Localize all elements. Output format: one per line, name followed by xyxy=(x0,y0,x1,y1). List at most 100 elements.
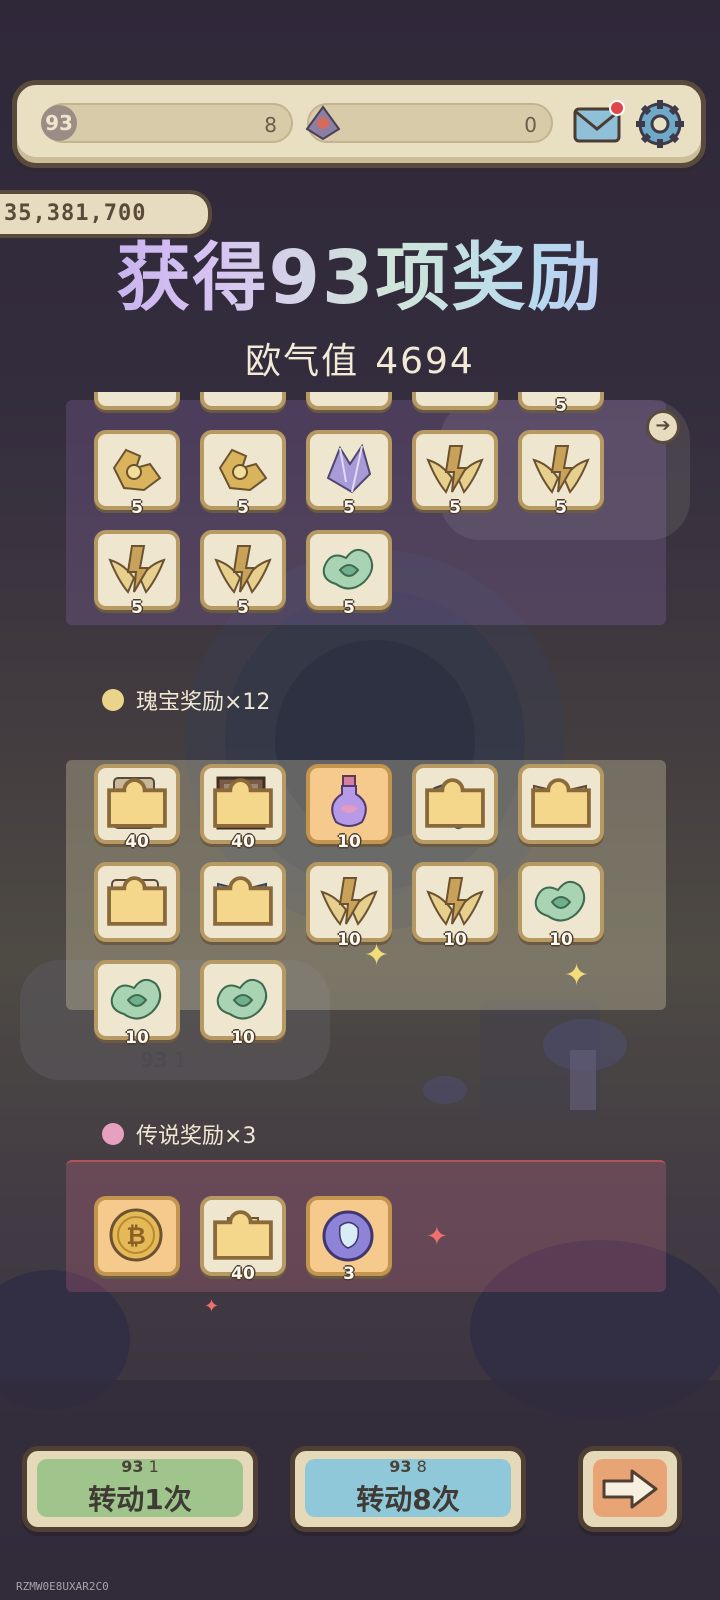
legendary-section-label: 传说奖励×3 xyxy=(102,1118,256,1150)
svg-text:₿: ₿ xyxy=(126,1222,146,1250)
treasure-section-label: 瑰宝奖励×12 xyxy=(102,684,270,716)
svg-text:93: 93 xyxy=(45,111,73,135)
reward-item: 5 xyxy=(518,430,604,518)
gold-coin-icon: ₿ xyxy=(109,1208,163,1262)
reward-qty: 10 xyxy=(337,832,361,852)
reward-qty: 5 xyxy=(449,498,461,518)
reward-item: 5 xyxy=(412,430,498,518)
reward-item: 3 xyxy=(306,1196,392,1284)
reward-item: 10 xyxy=(518,862,604,950)
golden-wings-icon xyxy=(108,545,166,594)
reward-qty: 5 xyxy=(237,598,249,618)
reward-item: 5 xyxy=(306,430,392,518)
puzzle-piece-icon xyxy=(425,778,485,828)
puzzle-piece-icon xyxy=(531,778,591,828)
luck-label: 欧气值 xyxy=(245,341,360,382)
reward-item-partial xyxy=(306,392,392,410)
arrow-right-icon xyxy=(602,1469,658,1509)
crystal-shard-icon xyxy=(326,443,372,494)
reward-item: 5 xyxy=(94,530,180,618)
spin-once-cost: 93 1 xyxy=(121,1457,159,1476)
reward-item: 10 xyxy=(200,960,286,1048)
jade-bird-icon xyxy=(216,978,268,1020)
reward-qty: 5 xyxy=(343,598,355,618)
background-cost: 93 1 xyxy=(140,1048,187,1072)
golden-wings-icon xyxy=(426,445,484,494)
spin-eight-cost: 93 8 xyxy=(389,1457,427,1476)
scroll-93-icon: 93 xyxy=(140,1048,168,1072)
reward-item: 10 xyxy=(412,862,498,950)
golden-wings-icon xyxy=(426,877,484,926)
reward-qty: 10 xyxy=(231,1028,255,1048)
reward-qty: 5 xyxy=(343,498,355,518)
luck-value: 4694 xyxy=(375,341,475,382)
reward-qty: 5 xyxy=(237,498,249,518)
reward-item: 10 xyxy=(94,960,180,1048)
reward-qty: 5 xyxy=(131,498,143,518)
ticket-resource: 0 xyxy=(305,103,553,143)
reward-qty: 5 xyxy=(555,498,567,518)
spirit-orb-icon xyxy=(322,1210,374,1262)
reward-item-partial xyxy=(94,392,180,410)
reward-qty: 40 xyxy=(231,832,255,852)
reward-item xyxy=(94,862,180,942)
sparkle-icon: ✦ xyxy=(564,958,590,993)
reward-qty: 10 xyxy=(125,1028,149,1048)
reward-title: 获得93项奖励 xyxy=(0,218,720,325)
reward-item-partial: 5 xyxy=(518,392,604,416)
puzzle-piece-icon xyxy=(213,1210,273,1260)
reward-item xyxy=(412,764,498,844)
ticket-icon xyxy=(305,105,341,141)
top-resource-bar: 93 8 0 xyxy=(12,80,706,168)
next-button[interactable] xyxy=(578,1446,682,1532)
scroll-93-icon: 93 xyxy=(41,105,77,141)
puzzle-piece-icon xyxy=(107,876,167,926)
spin-eight-button[interactable]: 93 8 转动8次 xyxy=(290,1446,526,1532)
sparkle-icon: ✦ xyxy=(364,938,390,973)
mail-icon[interactable] xyxy=(573,99,625,145)
reward-item: 40 xyxy=(200,764,286,852)
scroll-right-icon[interactable]: ➔ xyxy=(646,410,680,444)
sparkle-icon: ✦ xyxy=(204,1296,220,1317)
jade-bird-icon xyxy=(534,880,586,922)
reward-qty: 40 xyxy=(231,1264,255,1284)
reward-item: 5 xyxy=(200,530,286,618)
gear-icon[interactable] xyxy=(633,97,687,151)
reward-item: 40 xyxy=(200,1196,286,1284)
puzzle-piece-icon xyxy=(213,778,273,828)
puzzle-piece-icon xyxy=(107,778,167,828)
jade-bird-icon xyxy=(110,978,162,1020)
spin-once-label: 转动1次 xyxy=(88,1483,192,1516)
reward-qty: 5 xyxy=(555,396,567,416)
golden-wings-icon xyxy=(320,877,378,926)
jade-bird-icon xyxy=(322,548,374,590)
device-id: RZMW0E8UXAR2C0 xyxy=(16,1580,109,1593)
ticket-count: 0 xyxy=(524,113,537,137)
reward-qty: 40 xyxy=(125,832,149,852)
spin-once-button[interactable]: 93 1 转动1次 xyxy=(22,1446,258,1532)
reward-qty: 3 xyxy=(343,1264,355,1284)
reward-qty: 10 xyxy=(549,930,573,950)
reward-item: 10 xyxy=(306,764,392,852)
reward-item: 5 xyxy=(306,530,392,618)
scroll-resource: 93 8 xyxy=(41,103,293,143)
treasure-dot-icon xyxy=(102,689,124,711)
reward-item: 5 xyxy=(94,430,180,518)
reward-item-partial xyxy=(412,392,498,410)
reward-item-partial xyxy=(200,392,286,410)
golden-wings-icon xyxy=(532,445,590,494)
potion-flask-icon xyxy=(331,775,367,827)
golden-gauntlet-icon xyxy=(218,448,268,492)
spin-eight-label: 转动8次 xyxy=(356,1483,460,1516)
puzzle-piece-icon xyxy=(213,876,273,926)
reward-qty: 10 xyxy=(443,930,467,950)
reward-qty: 5 xyxy=(131,598,143,618)
legendary-dot-icon xyxy=(102,1123,124,1145)
luck-value-row: 欧气值 4694 xyxy=(0,332,720,384)
golden-gauntlet-icon xyxy=(112,448,162,492)
reward-item xyxy=(518,764,604,844)
scroll-count: 8 xyxy=(264,113,277,137)
reward-item: 40 xyxy=(94,764,180,852)
reward-item xyxy=(200,862,286,942)
golden-wings-icon xyxy=(214,545,272,594)
